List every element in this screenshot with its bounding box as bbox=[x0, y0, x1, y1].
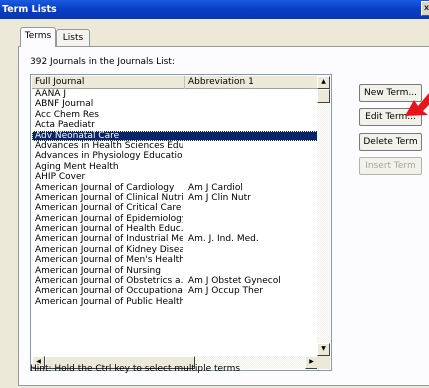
list-item-full-journal: American Journal of Obstetrics a… bbox=[35, 276, 183, 287]
tab-lists[interactable]: Lists bbox=[56, 29, 90, 47]
list-item-full-journal: American Journal of Men's Health bbox=[35, 255, 183, 266]
list-item-abbreviation: Am J Cardiol bbox=[188, 182, 243, 193]
list-item-full-journal: Aging Ment Health bbox=[35, 161, 119, 172]
journals-listview[interactable]: Full Journal Abbreviation 1 AANA J ABNF J… bbox=[30, 74, 332, 371]
list-item[interactable]: Advances in Physiology Education bbox=[32, 151, 318, 161]
list-item-full-journal: American Journal of Critical Care bbox=[35, 203, 182, 214]
list-item[interactable]: AANA J bbox=[32, 89, 318, 99]
red-arrow-annotation bbox=[405, 93, 429, 116]
vertical-scrollbar[interactable]: ▲ ▼ bbox=[317, 76, 330, 356]
list-item[interactable]: Advances in Health Sciences Edu… bbox=[32, 141, 318, 151]
list-item-full-journal: American Journal of Public Health bbox=[35, 296, 183, 307]
list-rows: AANA J ABNF Journal Acc Chem Res Acta Paedi… bbox=[32, 89, 318, 357]
list-item[interactable]: American Journal of Cardiology Am J Cardi… bbox=[32, 183, 318, 193]
window-titlebar: Term Lists x bbox=[0, 0, 429, 19]
list-header: Full Journal Abbreviation 1 bbox=[32, 76, 318, 89]
list-item[interactable]: American Journal of Kidney Disea… bbox=[32, 245, 318, 255]
list-item[interactable]: American Journal of Obstetrics a… Am J Ob… bbox=[32, 276, 318, 286]
list-item-abbreviation: Am. J. Ind. Med. bbox=[188, 234, 259, 245]
list-item[interactable]: American Journal of Clinical Nutrit… Am J… bbox=[32, 193, 318, 203]
scrollbar-corner bbox=[317, 356, 330, 369]
list-item-full-journal: American Journal of Kidney Disea… bbox=[35, 244, 183, 255]
list-item-full-journal: American Journal of Industrial Me… bbox=[35, 234, 183, 245]
list-item-full-journal: Adv Neonatal Care bbox=[35, 130, 120, 141]
list-item[interactable]: AHIP Cover bbox=[32, 172, 318, 182]
list-item[interactable]: American Journal of Public Health bbox=[32, 297, 318, 307]
list-item-full-journal: American Journal of Clinical Nutrit… bbox=[35, 192, 183, 203]
list-item-full-journal: Advances in Health Sciences Edu… bbox=[35, 140, 183, 151]
vertical-scroll-thumb[interactable] bbox=[317, 89, 330, 103]
list-item-full-journal: ABNF Journal bbox=[35, 99, 94, 110]
list-item[interactable]: American Journal of Epidemiology bbox=[32, 214, 318, 224]
list-item[interactable]: ABNF Journal bbox=[32, 99, 318, 109]
list-item-abbreviation: Am J Obstet Gynecol bbox=[188, 276, 281, 287]
list-item-full-journal: Acta Paediatr bbox=[35, 120, 95, 131]
list-item-full-journal: AHIP Cover bbox=[35, 172, 86, 183]
insert-term-button: Insert Term bbox=[359, 157, 422, 175]
journal-count-label: 392 Journals in the Journals List: bbox=[30, 57, 175, 67]
list-item[interactable]: American Journal of Critical Care bbox=[32, 203, 318, 213]
list-item-full-journal: Advances in Physiology Education bbox=[35, 151, 183, 162]
list-item-abbreviation: Am J Occup Ther bbox=[188, 286, 263, 297]
close-icon[interactable]: x bbox=[421, 1, 429, 16]
scroll-up-icon[interactable]: ▲ bbox=[317, 76, 330, 89]
list-item-full-journal: American Journal of Nursing bbox=[35, 265, 161, 276]
list-item[interactable]: American Journal of Health Educ… bbox=[32, 224, 318, 234]
list-item[interactable]: American Journal of Occupational… Am J Oc… bbox=[32, 286, 318, 296]
list-item-full-journal: Acc Chem Res bbox=[35, 109, 99, 120]
list-item[interactable]: Acta Paediatr bbox=[32, 120, 318, 130]
list-item[interactable]: Acc Chem Res bbox=[32, 110, 318, 120]
list-item-full-journal: AANA J bbox=[35, 89, 66, 99]
list-item-full-journal: American Journal of Epidemiology bbox=[35, 213, 183, 224]
list-item-full-journal: American Journal of Occupational… bbox=[35, 286, 183, 297]
scroll-down-icon[interactable]: ▼ bbox=[317, 343, 330, 356]
hint-text: Hint: Hold the Ctrl key to select multip… bbox=[30, 364, 241, 374]
list-item-abbreviation: Am J Clin Nutr bbox=[188, 192, 251, 203]
list-item[interactable]: American Journal of Industrial Me… Am. J.… bbox=[32, 234, 318, 244]
list-item[interactable]: Adv Neonatal Care bbox=[32, 130, 318, 141]
column-header-full-journal[interactable]: Full Journal bbox=[32, 76, 185, 89]
list-item[interactable]: American Journal of Nursing bbox=[32, 266, 318, 276]
list-item[interactable]: Aging Ment Health bbox=[32, 162, 318, 172]
column-header-abbreviation-1[interactable]: Abbreviation 1 bbox=[185, 76, 318, 89]
list-item-full-journal: American Journal of Health Educ… bbox=[35, 224, 183, 235]
list-item-full-journal: American Journal of Cardiology bbox=[35, 182, 175, 193]
window-title: Term Lists bbox=[2, 4, 57, 15]
delete-term-button[interactable]: Delete Term bbox=[359, 133, 422, 151]
tab-terms[interactable]: Terms bbox=[20, 27, 56, 47]
list-item[interactable]: American Journal of Men's Health bbox=[32, 255, 318, 265]
